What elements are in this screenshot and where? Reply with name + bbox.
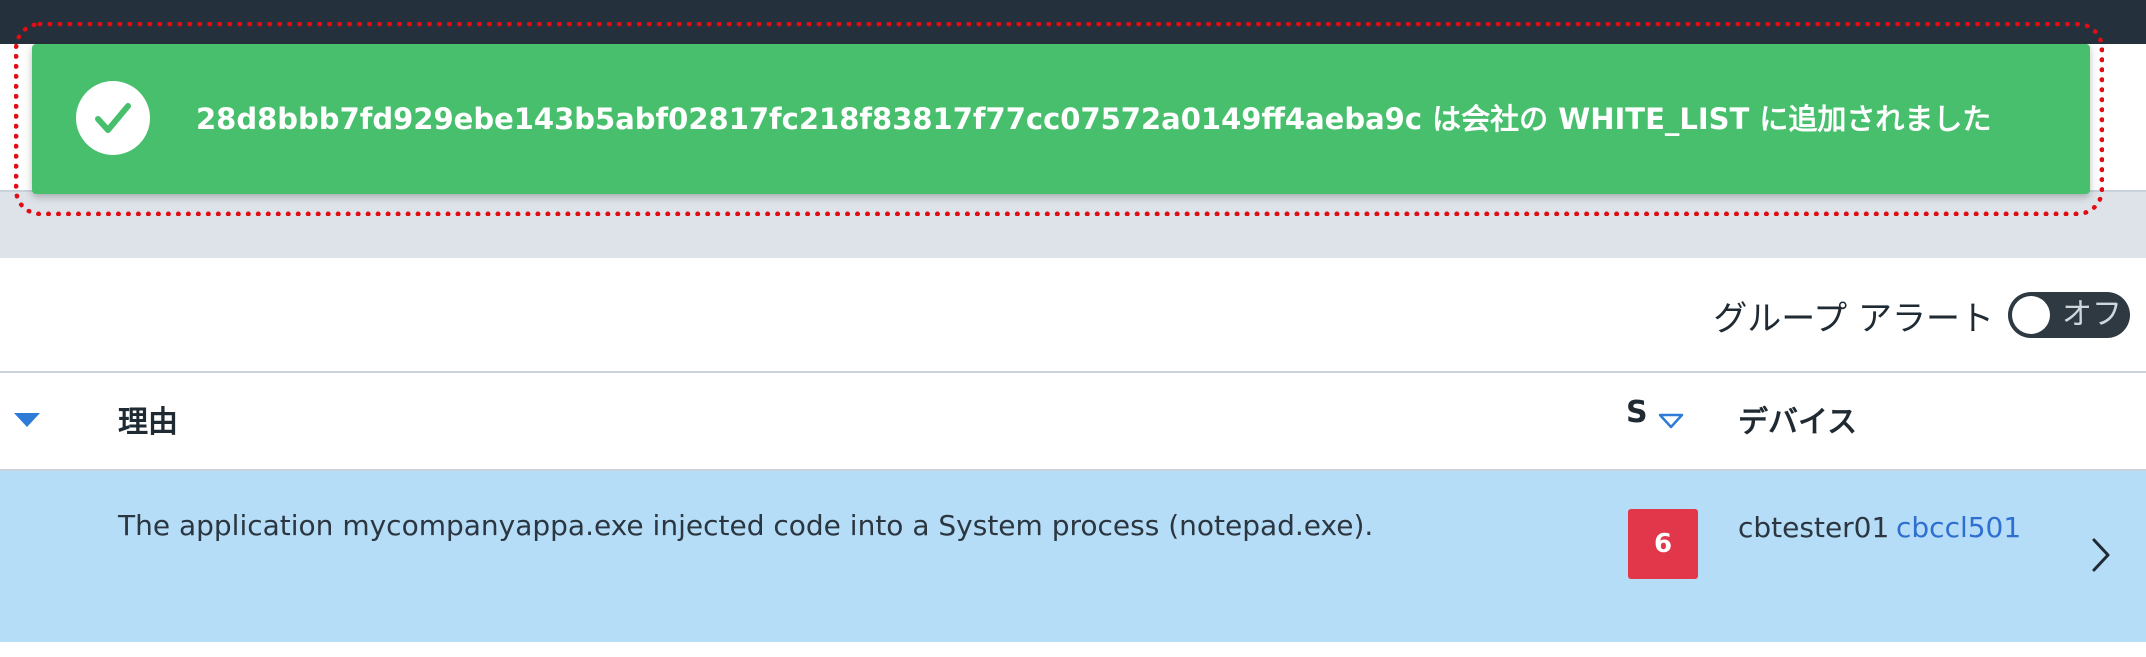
group-alert-control: グループ アラート オフ bbox=[1713, 290, 2130, 340]
chevron-right-icon[interactable] bbox=[2090, 537, 2112, 577]
toggle-knob bbox=[2012, 296, 2050, 334]
table-header: 理由 S デバイス bbox=[0, 373, 2146, 469]
severity-badge: 6 bbox=[1628, 509, 1698, 579]
device-name: cbtester01 bbox=[1738, 511, 1890, 544]
highlight-outline bbox=[14, 22, 2104, 216]
group-alert-toggle[interactable]: オフ bbox=[2008, 292, 2130, 338]
alert-reason: The application mycompanyappa.exe inject… bbox=[118, 509, 1374, 542]
sort-descending-icon[interactable] bbox=[1658, 413, 1684, 433]
column-header-reason[interactable]: 理由 bbox=[118, 397, 178, 441]
column-header-severity[interactable]: S bbox=[1626, 395, 1648, 430]
column-header-device[interactable]: デバイス bbox=[1738, 397, 1857, 441]
device-group-link[interactable]: cbccl501 bbox=[1896, 511, 2021, 544]
group-alert-label: グループ アラート bbox=[1713, 298, 1994, 339]
table-row[interactable]: The application mycompanyappa.exe inject… bbox=[0, 471, 2146, 642]
toggle-state-label: オフ bbox=[2062, 297, 2122, 332]
expand-all-icon[interactable] bbox=[14, 413, 40, 427]
